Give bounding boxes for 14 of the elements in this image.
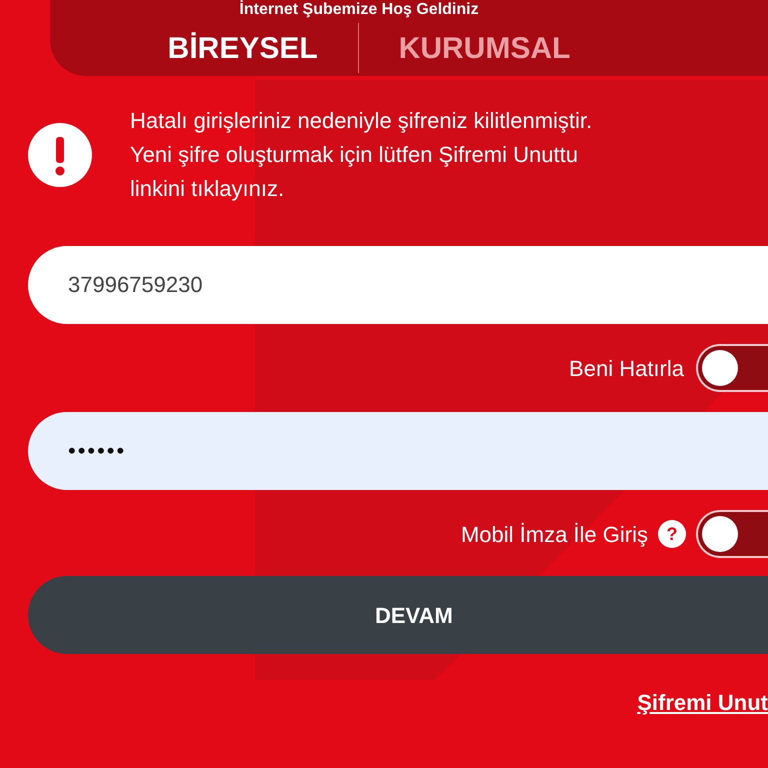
account-type-tab[interactable]: KURUMSAL	[398, 26, 570, 70]
customer-number-field[interactable]: 37996759230	[28, 246, 768, 324]
password-field[interactable]: ••••••	[28, 412, 768, 490]
lockout-message: Hatalı girişleriniz nedeniyle şifreniz kilitlenmiştir. Yeni şifre oluşturmak için lütfen Şifremi Unuttu linkini tıklayınız.	[130, 107, 592, 203]
welcome-heading: İnternet Şubemize Hoş Geldiniz	[239, 1, 479, 19]
mobile-signature-toggle[interactable]	[696, 510, 768, 558]
continue-button[interactable]: DEVAM	[28, 576, 768, 654]
mobile-signature-label: Mobil İmza İle Giriş	[460, 520, 648, 549]
remember-me-label: Beni Hatırla	[569, 354, 684, 382]
help-icon[interactable]: ?	[658, 520, 686, 548]
remember-me-toggle[interactable]	[696, 344, 768, 392]
account-type-tab[interactable]: BİREYSEL	[168, 26, 318, 70]
warning-icon	[28, 123, 92, 187]
forgot-password-link[interactable]: Şifremi Unut	[637, 686, 768, 719]
